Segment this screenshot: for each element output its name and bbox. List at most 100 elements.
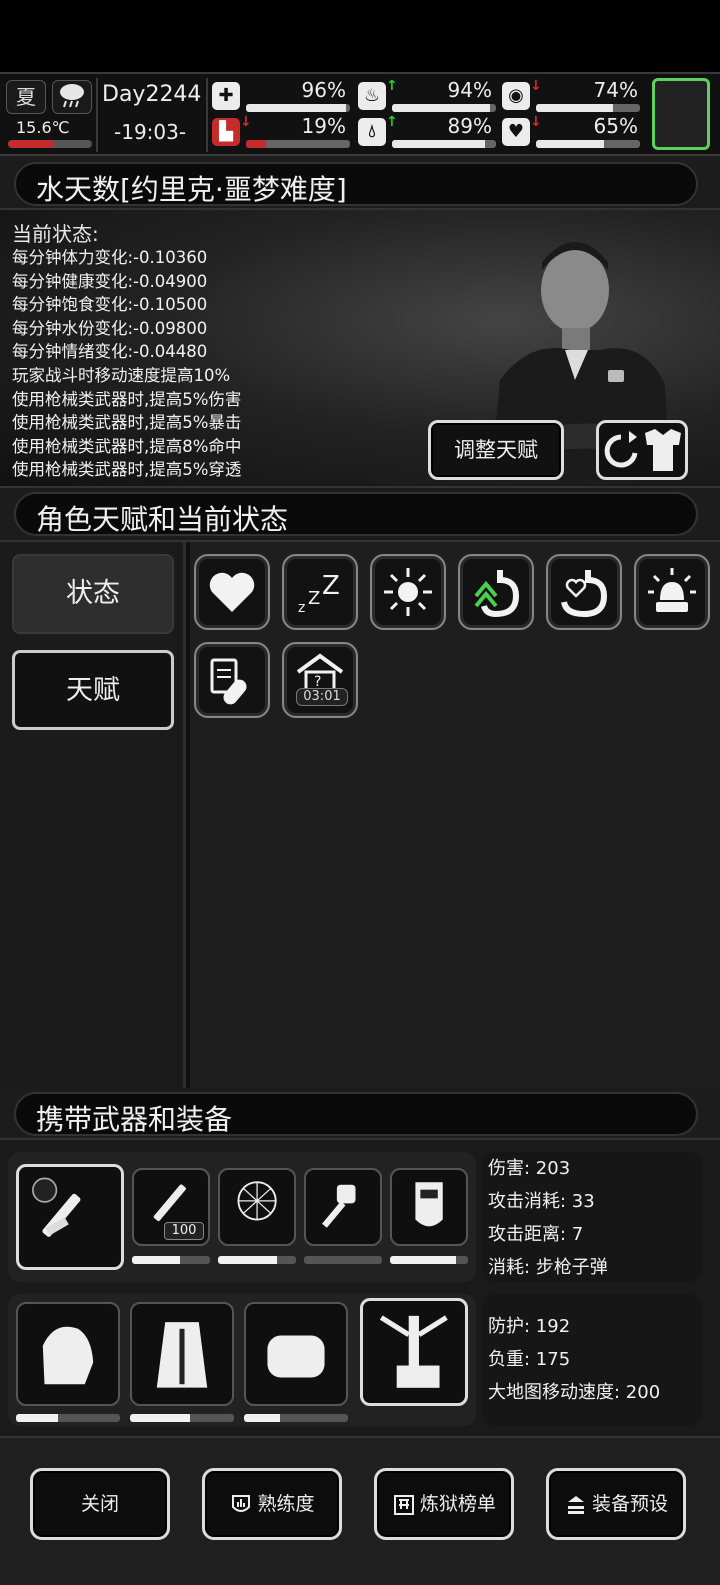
close-button[interactable]: 关闭 — [30, 1468, 170, 1540]
weapon-group: 100 — [8, 1152, 476, 1282]
durability-bar — [304, 1256, 382, 1264]
armor-defense: 防护: 192 — [488, 1316, 571, 1337]
stat-mood-value: 65% — [593, 114, 638, 138]
riot-shield-icon — [415, 1182, 443, 1227]
preset-stack-icon — [567, 1495, 584, 1514]
armor-map-speed: 大地图移动速度: 200 — [488, 1382, 661, 1403]
status-talent-panel: 状态 天赋 zZZ ? 03:01 — [0, 540, 720, 1090]
weapon-attack-cost: 攻击消耗: 33 — [488, 1191, 595, 1212]
status-icon-grid: zZZ ? 03:01 — [190, 542, 720, 1090]
proficiency-label: 熟练度 — [257, 1493, 315, 1515]
arrow-up-icon: ↑ — [386, 114, 398, 130]
day-counter: Day2244 — [102, 82, 202, 107]
leaderboard-label: 炼狱榜单 — [419, 1493, 496, 1515]
durability-bar — [130, 1414, 234, 1422]
armor-slot-coat[interactable] — [130, 1302, 234, 1406]
equipment-preset-button[interactable]: 装备预设 — [546, 1468, 686, 1540]
stomach-up-icon[interactable] — [458, 554, 534, 630]
stat-water-bar — [392, 140, 496, 148]
durability-bar — [244, 1414, 348, 1422]
heart-icon: ♥ — [502, 118, 530, 146]
status-line: 每分钟健康变化:-0.04900 — [12, 271, 208, 291]
stomach-love-icon[interactable] — [546, 554, 622, 630]
stat-water: 💧︎ ↑ 89% — [358, 114, 496, 150]
armor-slot-hat[interactable] — [244, 1302, 348, 1406]
character-title: 水天数[约里克·噩梦难度] — [36, 173, 347, 206]
durability-bar — [218, 1256, 296, 1264]
stat-water-value: 89% — [447, 114, 492, 138]
arrow-down-icon: ↓ — [530, 114, 542, 130]
heart-status-icon[interactable] — [194, 554, 270, 630]
tab-column: 状态 天赋 — [0, 542, 186, 1090]
talent-title: 角色天赋和当前状态 — [36, 503, 289, 536]
medkit-icon: ✚ — [212, 82, 240, 110]
weapon-attack-range: 攻击距离: 7 — [488, 1224, 584, 1245]
stat-medical-bar — [246, 104, 350, 112]
weapon-slot-shield[interactable] — [390, 1168, 468, 1246]
game-clock: -19:03- — [114, 120, 187, 144]
equipment-title: 携带武器和装备 — [36, 1103, 233, 1136]
medicine-icon[interactable] — [194, 642, 270, 718]
armor-stats: 防护: 192 负重: 175 大地图移动速度: 200 — [482, 1294, 702, 1426]
preset-label: 装备预设 — [591, 1493, 668, 1515]
tab-talent[interactable]: 天赋 — [12, 650, 174, 730]
season-badge: 夏 — [6, 80, 46, 114]
stat-sanity-value: 74% — [593, 78, 638, 102]
temperature-bar — [8, 140, 92, 148]
temperature-label: 15.6℃ — [16, 118, 70, 137]
stomach-icon: ♨ — [358, 82, 386, 110]
status-title: 当前状态: — [12, 222, 99, 246]
armor-slot-gloves[interactable] — [16, 1302, 120, 1406]
durability-bar — [390, 1256, 468, 1264]
cloud-rain-icon — [52, 80, 92, 114]
proficiency-button[interactable]: 熟练度 — [202, 1468, 342, 1540]
boot-icon: ▙ — [212, 118, 240, 146]
minigun-icon — [32, 1177, 81, 1237]
armor-slot-backpack[interactable] — [360, 1298, 468, 1406]
talent-header: 角色天赋和当前状态 — [14, 492, 698, 536]
weapon-slot-net[interactable] — [218, 1168, 296, 1246]
stat-stamina: ▙ ↓ 19% — [212, 114, 350, 150]
adjust-talent-button[interactable]: 调整天赋 — [428, 420, 564, 480]
fur-coat-icon — [156, 1322, 208, 1388]
stat-mood: ♥ ↓ 65% — [502, 114, 642, 150]
brain-icon: ◉ — [502, 82, 530, 110]
leaderboard-button[interactable]: 炼狱榜单 — [374, 1468, 514, 1540]
equipment-panel: 100 伤害: 203 攻击消耗: 33 攻击距离: 7 消耗: 步枪子弹 防护… — [0, 1138, 720, 1436]
weapon-consume: 消耗: 步枪子弹 — [488, 1257, 608, 1278]
weapon-slot-rifle[interactable]: 100 — [132, 1168, 210, 1246]
weapon-slot-fist[interactable] — [304, 1168, 382, 1246]
status-line: 使用枪械类武器时,提高5%穿透 — [12, 460, 242, 480]
armor-group — [8, 1294, 476, 1426]
stat-sanity: ◉ ↓ 74% — [502, 78, 642, 114]
status-line: 每分钟饱食变化:-0.10500 — [12, 295, 208, 315]
shield-chart-icon — [232, 1494, 251, 1512]
stat-stamina-value: 19% — [301, 114, 346, 138]
stat-sanity-bar — [536, 104, 640, 112]
ammo-count: 100 — [164, 1222, 204, 1240]
status-line: 玩家战斗时移动速度提高10% — [12, 365, 231, 385]
character-info: 当前状态: 每分钟体力变化:-0.10360 每分钟健康变化:-0.04900 … — [0, 208, 720, 488]
character-header: 水天数[约里克·噩梦难度] — [14, 162, 698, 206]
status-lines: 每分钟体力变化:-0.10360 每分钟健康变化:-0.04900 每分钟饱食变… — [12, 246, 241, 482]
sleep-icon[interactable]: zZZ — [282, 554, 358, 630]
stat-stomach-value: 94% — [447, 78, 492, 102]
tab-status[interactable]: 状态 — [12, 554, 174, 634]
status-line: 使用枪械类武器时,提高5%伤害 — [12, 389, 242, 409]
status-bar: 夏 15.6℃ Day2244 -19:03- ✚ 96% ♨ ↑ 94% ◉ … — [0, 72, 720, 156]
stat-stomach: ♨ ↑ 94% — [358, 78, 496, 114]
banner-icon — [393, 1494, 414, 1515]
weapon-stats: 伤害: 203 攻击消耗: 33 攻击距离: 7 消耗: 步枪子弹 — [482, 1152, 702, 1282]
shelter-icon[interactable]: ? 03:01 — [282, 642, 358, 718]
svg-text:z: z — [298, 600, 305, 616]
sun-icon[interactable] — [370, 554, 446, 630]
change-outfit-button[interactable] — [596, 420, 688, 480]
alarm-icon[interactable] — [634, 554, 710, 630]
weapon-slot-minigun[interactable] — [16, 1164, 124, 1270]
armor-weight: 负重: 175 — [488, 1349, 571, 1370]
fur-gloves-icon — [42, 1326, 94, 1385]
status-line: 使用枪械类武器时,提高8%命中 — [12, 436, 242, 456]
svg-text:Z: Z — [308, 588, 320, 609]
stat-medical: ✚ 96% — [212, 78, 350, 114]
quick-slot[interactable] — [652, 78, 710, 150]
